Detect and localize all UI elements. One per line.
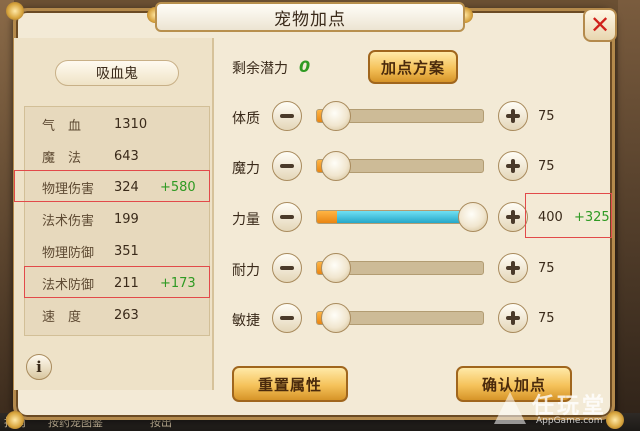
minus-icon (280, 215, 294, 219)
stat-row-hp: 气 血 1310 (42, 111, 160, 137)
slider-knob[interactable] (321, 151, 351, 181)
stat-label: 物理防御 (42, 245, 95, 261)
plus-icon (506, 210, 520, 224)
stat-row-speed: 速 度 263 (42, 302, 160, 328)
plus-icon (506, 261, 520, 275)
close-icon: ✕ (589, 11, 611, 39)
stat-value: 263 (114, 307, 139, 323)
slider-knob[interactable] (321, 303, 351, 333)
attribute-value: 75 (538, 311, 555, 326)
highlight-frame (24, 266, 210, 298)
stat-row-physical-defense: 物理防御 351 (42, 238, 160, 264)
increase-button[interactable] (498, 151, 528, 181)
stat-row-magic-damage: 法术伤害 199 (42, 206, 160, 232)
plus-icon (506, 109, 520, 123)
attribute-label: 耐力 (232, 263, 260, 279)
attribute-value: 75 (538, 261, 555, 276)
attribute-label: 力量 (232, 212, 260, 228)
reset-button-label: 重置属性 (257, 375, 322, 394)
info-icon: i (36, 358, 42, 376)
stat-label: 魔 法 (42, 150, 82, 166)
minus-icon (280, 316, 294, 320)
plan-button[interactable]: 加点方案 (368, 50, 458, 84)
close-button[interactable]: ✕ (583, 8, 617, 42)
corner-ornament (6, 411, 24, 429)
attribute-value: 75 (538, 159, 555, 174)
watermark-url: AppGame.com (536, 416, 603, 426)
plus-icon (506, 159, 520, 173)
decrease-button[interactable] (272, 151, 302, 181)
corner-ornament (6, 2, 24, 20)
base-fill (317, 211, 337, 223)
increase-button[interactable] (498, 303, 528, 333)
stat-label: 气 血 (42, 118, 82, 134)
decrease-button[interactable] (272, 202, 302, 232)
background-right-edge (618, 0, 640, 431)
stat-value: 643 (114, 148, 139, 164)
slider-knob[interactable] (321, 101, 351, 131)
background-left-edge (0, 0, 14, 431)
attribute-label: 敏捷 (232, 313, 260, 329)
reset-attributes-button[interactable]: 重置属性 (232, 366, 348, 402)
pet-name-badge: 吸血鬼 (55, 60, 179, 86)
highlight-frame (525, 193, 612, 238)
watermark: 任玩堂 AppGame.com (494, 386, 636, 430)
decrease-button[interactable] (272, 101, 302, 131)
attribute-label: 魔力 (232, 161, 260, 177)
minus-icon (280, 164, 294, 168)
plan-button-label: 加点方案 (380, 58, 445, 77)
stat-value: 351 (114, 243, 139, 259)
increase-button[interactable] (498, 101, 528, 131)
title-bar: 宠物加点 (155, 2, 465, 32)
dialog-title: 宠物加点 (274, 9, 346, 30)
highlight-frame (14, 170, 210, 202)
minus-icon (280, 114, 294, 118)
increase-button[interactable] (498, 202, 528, 232)
pet-name: 吸血鬼 (96, 66, 138, 82)
attribute-label: 体质 (232, 111, 260, 127)
potential-value: 0 (299, 57, 311, 76)
minus-icon (280, 266, 294, 270)
stat-value: 199 (114, 211, 139, 227)
increase-button[interactable] (498, 253, 528, 283)
info-button[interactable]: i (26, 354, 52, 380)
stat-value: 1310 (114, 116, 148, 132)
attribute-value: 75 (538, 109, 555, 124)
plus-icon (506, 311, 520, 325)
stat-label: 速 度 (42, 309, 82, 325)
potential-label: 剩余潜力 (232, 61, 288, 77)
slider-knob[interactable] (321, 253, 351, 283)
slider-knob[interactable] (458, 202, 488, 232)
decrease-button[interactable] (272, 303, 302, 333)
watermark-logo-icon (494, 392, 526, 424)
stat-row-mp: 魔 法 643 (42, 143, 160, 169)
decrease-button[interactable] (272, 253, 302, 283)
stat-label: 法术伤害 (42, 213, 95, 229)
